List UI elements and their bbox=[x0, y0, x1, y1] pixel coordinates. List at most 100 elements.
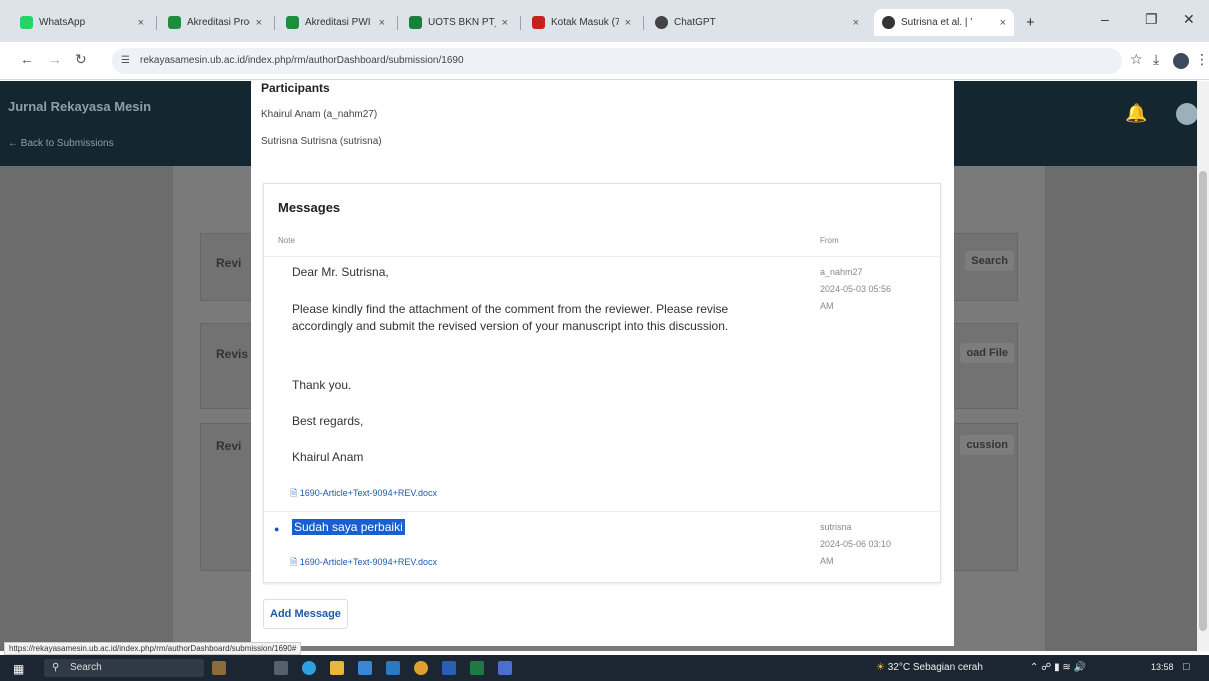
close-icon[interactable]: × bbox=[379, 17, 385, 29]
close-icon[interactable]: × bbox=[1000, 17, 1006, 29]
new-tab-button[interactable]: + bbox=[1018, 9, 1046, 36]
notification-icon[interactable]: □ bbox=[1183, 661, 1190, 673]
maximize-icon[interactable]: ❐ bbox=[1145, 11, 1158, 28]
close-icon[interactable]: × bbox=[853, 17, 859, 29]
message-line: Best regards, bbox=[292, 414, 364, 428]
message-from: a_nahm27 bbox=[820, 267, 863, 277]
back-to-submissions-link[interactable]: ← Back to Submissions bbox=[8, 138, 114, 149]
column-header-from: From bbox=[820, 236, 839, 245]
download-icon[interactable]: ⤓ bbox=[1153, 51, 1159, 68]
tab-active[interactable]: Sutrisna et al. | ’ × bbox=[874, 9, 1014, 36]
bookmark-star-icon[interactable]: ☆ bbox=[1130, 51, 1143, 68]
tab-akreditasi-prod[interactable]: Akreditasi Prod × bbox=[160, 9, 270, 36]
drive-icon bbox=[286, 16, 299, 29]
wifi-icon: ≋ bbox=[1062, 662, 1071, 673]
gmail-icon bbox=[532, 16, 545, 29]
excel-icon[interactable] bbox=[470, 661, 484, 675]
close-icon[interactable]: × bbox=[138, 17, 144, 29]
participants-heading: Participants bbox=[261, 81, 330, 95]
chatgpt-icon bbox=[655, 16, 668, 29]
word-icon[interactable] bbox=[442, 661, 456, 675]
edge-icon[interactable] bbox=[302, 661, 316, 675]
taskbar-search[interactable]: ⚲ Search bbox=[44, 659, 204, 677]
chevron-up-icon[interactable]: ⌃ bbox=[1030, 662, 1038, 673]
whatsapp-icon bbox=[20, 16, 33, 29]
message-date: 2024-05-03 05:56 bbox=[820, 284, 892, 294]
windows-taskbar: ▦ ⚲ Search ☀ 32°C Sebagian cerah ⌃ ☍ ▮ ≋… bbox=[0, 655, 1209, 681]
close-icon[interactable]: × bbox=[625, 17, 631, 29]
file-icon: 🗎 bbox=[290, 557, 298, 567]
close-icon[interactable]: × bbox=[256, 17, 262, 29]
user-avatar-icon[interactable] bbox=[1176, 103, 1198, 125]
message-meta: a_nahm27 2024-05-03 05:56 AM bbox=[820, 264, 891, 315]
tab-akreditasi-pwi[interactable]: Akreditasi PWI × bbox=[278, 9, 393, 36]
plus-icon: + bbox=[1026, 14, 1035, 31]
background-button: Search bbox=[965, 251, 1014, 271]
discussion-modal: Participants Khairul Anam (a_nahm27) Sut… bbox=[251, 81, 954, 646]
back-icon[interactable]: ← bbox=[20, 51, 34, 67]
browser-tab-bar: WhatsApp × Akreditasi Prod × Akreditasi … bbox=[0, 0, 1209, 42]
battery-icon: ▮ bbox=[1054, 662, 1060, 673]
site-icon bbox=[882, 16, 895, 29]
network-icon: ☍ bbox=[1041, 662, 1052, 673]
mail-icon[interactable] bbox=[386, 661, 400, 675]
message-line: Please kindly find the attachment of the… bbox=[292, 302, 729, 333]
task-view-icon[interactable] bbox=[274, 661, 288, 675]
close-icon[interactable]: × bbox=[502, 17, 508, 29]
attachment-link[interactable]: 🗎 1690-Article+Text-9094+REV.docx bbox=[290, 486, 437, 502]
forward-icon[interactable]: → bbox=[48, 51, 62, 67]
background-button: oad File bbox=[960, 343, 1014, 363]
windows-start-icon[interactable]: ▦ bbox=[13, 662, 24, 676]
tab-whatsapp[interactable]: WhatsApp × bbox=[12, 9, 152, 36]
bell-icon[interactable]: 🔔 bbox=[1125, 103, 1147, 124]
tab-chatgpt[interactable]: ChatGPT × bbox=[647, 9, 867, 36]
close-window-icon[interactable]: ✕ bbox=[1183, 11, 1195, 28]
background-label: Revi bbox=[216, 256, 242, 270]
url-text: rekayasamesin.ub.ac.id/index.php/rm/auth… bbox=[140, 55, 464, 66]
message-meta: sutrisna 2024-05-06 03:10 AM bbox=[820, 519, 891, 570]
profile-icon[interactable] bbox=[1173, 53, 1189, 69]
search-icon: ⚲ bbox=[52, 662, 60, 673]
system-tray[interactable]: ⌃ ☍ ▮ ≋ 🔊 bbox=[1030, 662, 1086, 673]
journal-title[interactable]: Jurnal Rekayasa Mesin bbox=[8, 99, 151, 114]
widgets-icon[interactable] bbox=[212, 661, 226, 675]
address-bar[interactable]: ☰ rekayasamesin.ub.ac.id/index.php/rm/au… bbox=[112, 48, 1122, 74]
file-explorer-icon[interactable] bbox=[330, 661, 344, 675]
attachment-link[interactable]: 🗎 1690-Article+Text-9094+REV.docx bbox=[290, 555, 437, 571]
message-ampm: AM bbox=[820, 556, 834, 566]
message-date: 2024-05-06 03:10 bbox=[820, 539, 892, 549]
menu-kebab-icon[interactable]: ⋮ bbox=[1195, 51, 1209, 68]
store-icon[interactable] bbox=[358, 661, 372, 675]
status-bar-url: https://rekayasamesin.ub.ac.id/index.php… bbox=[4, 642, 302, 655]
tab-gmail[interactable]: Kotak Masuk (7 × bbox=[524, 9, 639, 36]
weather-icon: ☀ bbox=[876, 662, 885, 673]
app-icon[interactable] bbox=[498, 661, 512, 675]
tab-uots[interactable]: UOTS BKN PT_F × bbox=[401, 9, 516, 36]
participant: Khairul Anam (a_nahm27) bbox=[261, 109, 378, 120]
site-info-icon[interactable]: ☰ bbox=[121, 48, 130, 74]
scrollbar[interactable] bbox=[1197, 81, 1209, 651]
add-message-button[interactable]: Add Message bbox=[263, 599, 348, 629]
message-from: sutrisna bbox=[820, 522, 852, 532]
reload-icon[interactable]: ↻ bbox=[75, 51, 87, 68]
background-button: cussion bbox=[960, 435, 1014, 455]
minimize-icon[interactable]: – bbox=[1101, 11, 1109, 27]
message-ampm: AM bbox=[820, 301, 834, 311]
message-line: Thank you. bbox=[292, 378, 352, 392]
chrome-icon[interactable] bbox=[414, 661, 428, 675]
messages-panel: Messages Note From Dear Mr. Sutrisna, Pl… bbox=[263, 183, 941, 583]
file-icon: 🗎 bbox=[290, 488, 298, 498]
volume-icon: 🔊 bbox=[1073, 662, 1087, 673]
message-line: Dear Mr. Sutrisna, bbox=[292, 265, 389, 279]
sheets-icon bbox=[409, 16, 422, 29]
background-label: Revis bbox=[216, 347, 249, 361]
web-page: Jurnal Rekayasa Mesin ← Back to Submissi… bbox=[0, 81, 1209, 651]
clock[interactable]: 13:58 bbox=[1151, 662, 1174, 672]
browser-toolbar: ← → ↻ ☰ rekayasamesin.ub.ac.id/index.php… bbox=[0, 42, 1209, 80]
participant: Sutrisna Sutrisna (sutrisna) bbox=[261, 136, 382, 147]
column-header-note: Note bbox=[278, 236, 295, 245]
weather-widget[interactable]: ☀ 32°C Sebagian cerah bbox=[876, 662, 983, 673]
background-label: Revi bbox=[216, 439, 242, 453]
unread-dot-icon: ● bbox=[274, 524, 280, 534]
message-line: Khairul Anam bbox=[292, 450, 364, 464]
